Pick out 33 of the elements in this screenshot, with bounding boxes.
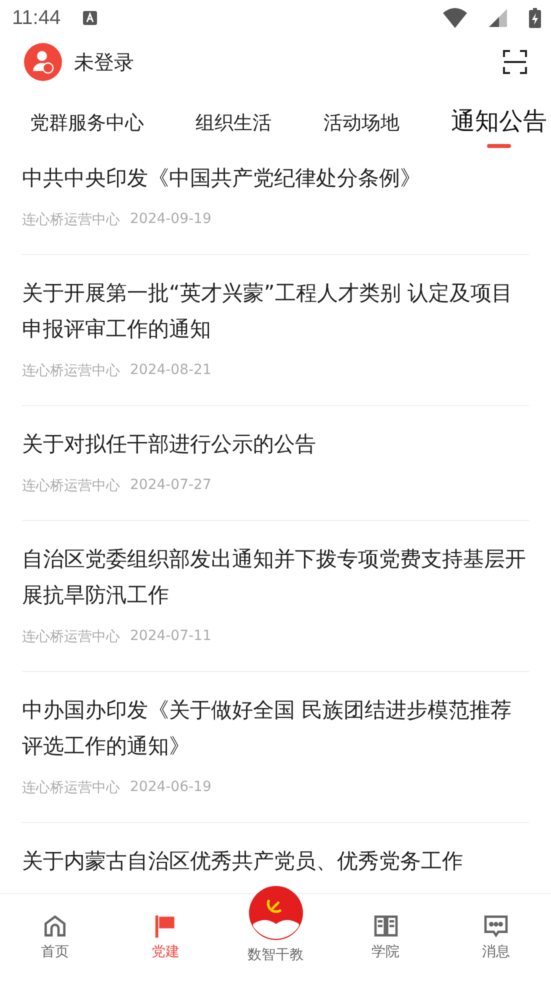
nav-tab[interactable]: 首页 — [0, 894, 110, 981]
category-tab[interactable]: 活动场地 — [323, 112, 400, 150]
avatar-icon[interactable] — [24, 43, 62, 81]
nav-tab[interactable]: 消息 — [440, 894, 551, 981]
article-title[interactable]: 关于内蒙古自治区优秀共产党员、优秀党务工作 — [22, 843, 529, 879]
article-title[interactable]: 关于对拟任干部进行公示的公告 — [22, 426, 529, 462]
battery-icon — [529, 8, 541, 28]
article-date: 2024-07-27 — [130, 477, 212, 495]
article-source: 连心桥运营中心 — [22, 779, 120, 797]
article-title[interactable]: 中办国办印发《关于做好全国 民族团结进步模范推荐评选工作的通知》 — [22, 692, 529, 764]
keyboard-icon — [82, 11, 97, 25]
nav-tab[interactable]: 学院 — [330, 894, 441, 981]
scan-icon[interactable] — [503, 50, 527, 74]
article-title[interactable]: 自治区党委组织部发出通知并下拨专项党费支持基层开展抗旱防汛工作 — [22, 541, 529, 613]
article-title[interactable]: 关于开展第一批“英才兴蒙”工程人才类别 认定及项目申报评审工作的通知 — [22, 275, 529, 347]
article-source: 连心桥运营中心 — [22, 362, 120, 380]
nav-tab[interactable]: 党建 — [110, 894, 220, 981]
status-time: 11:44 — [12, 6, 61, 30]
article-source: 连心桥运营中心 — [22, 211, 120, 229]
article-date: 2024-06-19 — [130, 779, 212, 797]
login-status[interactable]: 未登录 — [74, 48, 491, 76]
category-tab[interactable]: 组织生活 — [196, 112, 272, 150]
article-title[interactable]: 中共中央印发《中国共产党纪律处分条例》 — [22, 160, 529, 196]
article-source: 连心桥运营中心 — [22, 477, 120, 495]
category-tab[interactable]: 党群服务中心 — [30, 112, 144, 150]
article-source: 连心桥运营中心 — [22, 628, 120, 646]
article-date: 2024-07-11 — [130, 628, 212, 646]
wifi-icon — [443, 8, 467, 28]
category-tab[interactable]: 通知公告 — [450, 106, 547, 150]
article-date: 2024-09-19 — [130, 211, 212, 229]
nav-tab[interactable]: 数智干教 — [220, 884, 331, 981]
signal-icon — [489, 9, 507, 27]
article-date: 2024-08-21 — [130, 362, 212, 380]
